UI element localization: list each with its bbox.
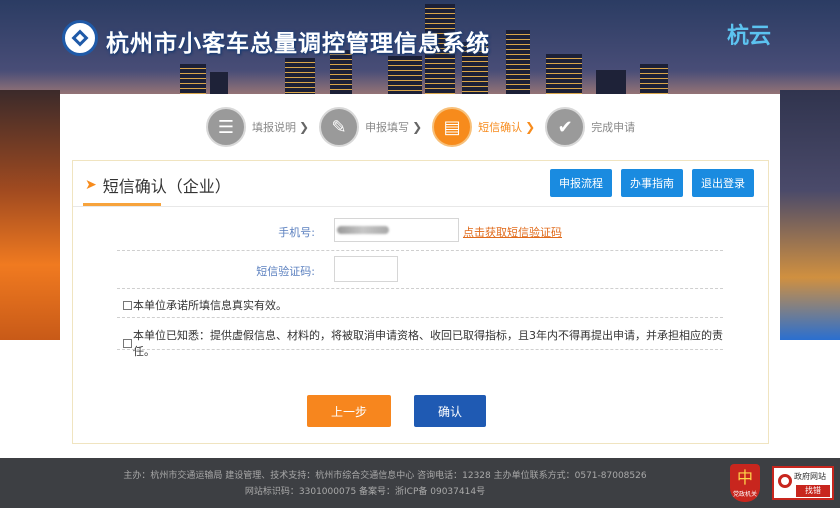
masked-phone-number — [337, 226, 389, 234]
skyline-building — [596, 70, 626, 94]
skyline-building — [640, 64, 668, 94]
chevron-right-icon: ❯ — [525, 120, 536, 134]
arrow-right-icon: ➤ — [85, 177, 97, 193]
step-instructions: ☰ 填报说明 ❯ — [206, 107, 309, 147]
divider — [117, 317, 723, 318]
gov-website-text: 政府网站 — [794, 472, 826, 481]
agree-truth-text: 本单位承诺所填信息真实有效。 — [133, 299, 287, 312]
badge-text: 党政机关 — [732, 491, 757, 498]
site-logo-icon[interactable] — [62, 20, 98, 56]
skyline-building — [546, 54, 582, 94]
skyline-building — [285, 58, 315, 94]
previous-step-button[interactable]: 上一步 — [307, 395, 391, 427]
party-government-badge-icon[interactable]: 中 党政机关 — [730, 464, 760, 502]
agree-truth-checkbox[interactable] — [123, 300, 132, 310]
step-sms-confirm: ▤ 短信确认 ❯ — [432, 107, 535, 147]
agree-penalty-text: 本单位已知悉：提供虚假信息、材料的，将被取消申请资格、收回已取得指标，且3年内不… — [133, 329, 723, 358]
get-sms-code-link[interactable]: 点击获取短信验证码 — [463, 224, 562, 240]
step-label: 填报说明 — [252, 121, 296, 134]
skyline-building — [180, 64, 206, 94]
sms-code-label: 短信验证码: — [256, 265, 315, 278]
document-icon: ☰ — [206, 107, 246, 147]
divider — [117, 349, 723, 350]
chevron-right-icon: ❯ — [299, 120, 310, 134]
phone-row: 手机号: 点击获取短信验证码 — [117, 215, 723, 251]
main-card: ☰ 填报说明 ❯ ✎ 申报填写 ❯ ▤ 短信确认 ❯ ✔ 完成申请 ➤ 短信确认… — [60, 94, 780, 450]
sms-code-input[interactable] — [334, 256, 398, 282]
confirm-button[interactable]: 确认 — [414, 395, 486, 427]
step-complete: ✔ 完成申请 — [545, 107, 635, 147]
banner-side-right — [780, 90, 840, 340]
guide-button[interactable]: 办事指南 — [621, 169, 683, 197]
panel-title: ➤ 短信确认（企业） — [85, 173, 231, 197]
report-error-text: 找错 — [796, 485, 830, 497]
process-button[interactable]: 申报流程 — [550, 169, 612, 197]
progress-steps: ☰ 填报说明 ❯ ✎ 申报填写 ❯ ▤ 短信确认 ❯ ✔ 完成申请 — [206, 106, 645, 148]
phone-field[interactable] — [334, 218, 459, 242]
edit-icon: ✎ — [319, 107, 360, 147]
agree-penalty-checkbox[interactable] — [123, 338, 132, 348]
footer: 主办：杭州市交通运输局 建设管理、技术支持：杭州市综合交通信息中心 咨询电话：1… — [0, 458, 840, 508]
footer-info: 主办：杭州市交通运输局 建设管理、技术支持：杭州市综合交通信息中心 咨询电话：1… — [123, 471, 647, 481]
city-emblem-icon: 杭云 — [726, 23, 771, 49]
step-label: 申报填写 — [365, 121, 410, 134]
sms-code-row: 短信验证码: — [117, 251, 723, 289]
step-label: 完成申请 — [591, 121, 636, 134]
chevron-right-icon: ❯ — [412, 120, 423, 134]
skyline-building — [210, 72, 228, 94]
site-title: 杭州市小客车总量调控管理信息系统 — [106, 31, 490, 57]
gov-website-error-report[interactable]: 政府网站 找错 — [772, 466, 834, 500]
phone-label: 手机号: — [278, 226, 315, 239]
panel-title-text: 短信确认（企业） — [102, 177, 231, 196]
logout-button[interactable]: 退出登录 — [692, 169, 754, 197]
header-buttons: 申报流程 办事指南 退出登录 — [541, 169, 754, 197]
agree-truth-row: 本单位承诺所填信息真实有效。 — [123, 297, 723, 313]
skyline-building — [388, 56, 422, 94]
step-fill-form: ✎ 申报填写 ❯ — [319, 107, 422, 147]
agree-penalty-row: 本单位已知悉：提供虚假信息、材料的，将被取消申请资格、收回已取得指标，且3年内不… — [123, 327, 723, 359]
skyline-building — [506, 30, 530, 94]
check-icon: ✔ — [545, 107, 586, 147]
footer-registration: 网站标识码：3301000075 备案号：浙ICP备 09037414号 — [244, 487, 486, 497]
panel-header: ➤ 短信确认（企业） 申报流程 办事指南 退出登录 — [73, 161, 768, 207]
magnifier-icon — [778, 474, 792, 488]
title-underline — [83, 203, 161, 206]
message-icon: ▤ — [432, 107, 473, 147]
banner-side-left — [0, 90, 60, 340]
step-label: 短信确认 — [478, 121, 523, 134]
